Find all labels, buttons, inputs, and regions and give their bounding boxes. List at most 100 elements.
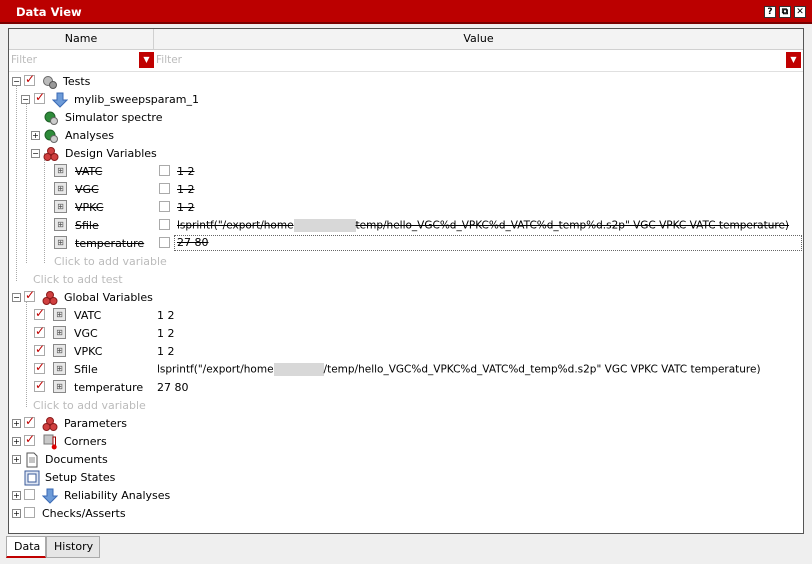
design-var-name: VGC bbox=[75, 183, 99, 196]
arrow-down-icon bbox=[51, 92, 69, 108]
expand-icon[interactable]: + bbox=[12, 509, 21, 518]
design-var-checkbox[interactable] bbox=[159, 165, 170, 176]
gears-icon bbox=[42, 74, 58, 90]
name-column-header[interactable]: Name bbox=[9, 29, 154, 49]
expand-icon[interactable]: + bbox=[12, 455, 21, 464]
variable-icon: ⊞ bbox=[53, 308, 66, 321]
tree-row-parameters[interactable]: + Parameters bbox=[9, 414, 803, 433]
expand-icon[interactable]: + bbox=[12, 419, 21, 428]
variables-icon bbox=[43, 146, 59, 162]
add-variable-row[interactable]: Click to add variable bbox=[9, 253, 803, 271]
global-var-row[interactable]: ⊞ VATC 1 2 bbox=[9, 306, 803, 325]
thermometer-icon bbox=[42, 434, 58, 450]
design-var-row[interactable]: ⊞ VGC 1 2 bbox=[9, 181, 803, 199]
collapse-icon[interactable]: − bbox=[12, 293, 21, 302]
redacted-block bbox=[273, 363, 324, 376]
global-var-name: VGC bbox=[74, 327, 98, 340]
collapse-icon[interactable]: − bbox=[12, 77, 21, 86]
reliability-label: Reliability Analyses bbox=[64, 489, 171, 502]
reliability-checkbox[interactable] bbox=[24, 489, 35, 500]
help-icon[interactable]: ? bbox=[764, 6, 776, 18]
parameters-label: Parameters bbox=[64, 417, 127, 430]
design-var-checkbox[interactable] bbox=[159, 183, 170, 194]
global-var-row[interactable]: ⊞ Sfile lsprintf("/export/home/temp/hell… bbox=[9, 360, 803, 379]
design-var-name: VPKC bbox=[75, 201, 104, 214]
design-var-row[interactable]: ⊞ temperature 27 80 bbox=[9, 235, 803, 253]
global-var-row[interactable]: ⊞ temperature 27 80 bbox=[9, 378, 803, 397]
variable-icon: ⊞ bbox=[53, 326, 66, 339]
design-var-row[interactable]: ⊞ VPKC 1 2 bbox=[9, 199, 803, 217]
design-var-checkbox[interactable] bbox=[159, 237, 170, 248]
value-filter-input[interactable]: Filter bbox=[154, 52, 786, 69]
tree-row-tests[interactable]: − Tests bbox=[9, 72, 803, 91]
add-variable-link[interactable]: Click to add variable bbox=[54, 255, 167, 268]
global-var-value[interactable]: 1 2 bbox=[157, 345, 175, 358]
tree-panel: Name Value Filter ▼ Filter ▼ − Tests − m… bbox=[8, 28, 804, 534]
collapse-icon[interactable]: − bbox=[21, 95, 30, 104]
value-column-header[interactable]: Value bbox=[154, 29, 803, 49]
tests-checkbox[interactable] bbox=[24, 72, 35, 86]
tree-row-global-variables[interactable]: − Global Variables bbox=[9, 288, 803, 307]
global-var-checkbox[interactable] bbox=[34, 306, 45, 320]
global-var-checkbox[interactable] bbox=[34, 342, 45, 356]
global-var-value[interactable]: 1 2 bbox=[157, 327, 175, 340]
tree-row-corners[interactable]: + Corners bbox=[9, 432, 803, 451]
expand-icon[interactable]: + bbox=[12, 437, 21, 446]
global-variables-checkbox[interactable] bbox=[24, 288, 35, 302]
close-icon[interactable]: ✕ bbox=[794, 6, 806, 18]
tree-row-checks[interactable]: + Checks/Asserts bbox=[9, 505, 803, 523]
design-var-value[interactable]: 1 2 bbox=[177, 165, 195, 178]
variables-icon bbox=[42, 290, 58, 306]
test-checkbox[interactable] bbox=[34, 90, 45, 104]
global-var-value[interactable]: 27 80 bbox=[157, 381, 189, 394]
name-filter-input[interactable]: Filter bbox=[9, 52, 137, 69]
design-var-value[interactable]: 27 80 bbox=[174, 235, 802, 251]
tree-row-design-variables[interactable]: − Design Variables bbox=[9, 145, 803, 163]
value-filter-dropdown-icon[interactable]: ▼ bbox=[786, 52, 801, 68]
design-var-value[interactable]: 1 2 bbox=[177, 183, 195, 196]
design-var-value[interactable]: lsprintf("/export/home temp/hello_VGC%d_V… bbox=[177, 219, 789, 232]
variable-icon: ⊞ bbox=[53, 344, 66, 357]
corners-checkbox[interactable] bbox=[24, 432, 35, 446]
tree-row-simulator[interactable]: Simulator spectre bbox=[9, 109, 803, 127]
design-var-checkbox[interactable] bbox=[159, 219, 170, 230]
expand-icon[interactable]: + bbox=[12, 491, 21, 500]
global-var-checkbox[interactable] bbox=[34, 324, 45, 338]
collapse-icon[interactable]: − bbox=[31, 149, 40, 158]
filter-row: Filter ▼ Filter ▼ bbox=[9, 50, 803, 72]
analyses-label: Analyses bbox=[65, 129, 115, 142]
global-var-value[interactable]: 1 2 bbox=[157, 309, 175, 322]
parameters-checkbox[interactable] bbox=[24, 414, 35, 428]
global-var-row[interactable]: ⊞ VPKC 1 2 bbox=[9, 342, 803, 361]
design-var-row[interactable]: ⊞ VATC 1 2 bbox=[9, 163, 803, 181]
float-icon[interactable]: ⧉ bbox=[779, 6, 791, 18]
global-var-checkbox[interactable] bbox=[34, 378, 45, 392]
tree-row-test[interactable]: − mylib_sweepsparam_1 bbox=[9, 90, 803, 109]
sfile-value-suffix: /temp/hello_VGC%d_VPKC%d_VATC%d_temp%d.s… bbox=[323, 363, 761, 376]
global-var-row[interactable]: ⊞ VGC 1 2 bbox=[9, 324, 803, 343]
design-var-name: VATC bbox=[75, 165, 103, 178]
tree-row-reliability[interactable]: + Reliability Analyses bbox=[9, 487, 803, 505]
setup-states-icon bbox=[24, 470, 40, 486]
global-variables-label: Global Variables bbox=[64, 291, 153, 304]
sfile-value-suffix: temp/hello_VGC%d_VPKC%d_VATC%d_temp%d.s2… bbox=[355, 219, 790, 232]
name-filter-dropdown-icon[interactable]: ▼ bbox=[139, 52, 154, 68]
sfile-value-prefix: lsprintf("/export/home bbox=[157, 363, 274, 376]
tab-history[interactable]: History bbox=[46, 536, 100, 558]
tree-row-analyses[interactable]: + Analyses bbox=[9, 127, 803, 145]
add-variable-link[interactable]: Click to add variable bbox=[33, 399, 146, 412]
documents-label: Documents bbox=[45, 453, 108, 466]
add-test-link[interactable]: Click to add test bbox=[33, 273, 123, 286]
add-variable-row[interactable]: Click to add variable bbox=[9, 397, 803, 415]
global-var-checkbox[interactable] bbox=[34, 360, 45, 374]
tree-row-documents[interactable]: + Documents bbox=[9, 451, 803, 469]
tree-row-setup-states[interactable]: Setup States bbox=[9, 469, 803, 487]
expand-icon[interactable]: + bbox=[31, 131, 40, 140]
global-var-value[interactable]: lsprintf("/export/home/temp/hello_VGC%d_… bbox=[157, 363, 761, 376]
design-var-row[interactable]: ⊞ Sfile lsprintf("/export/home temp/hello… bbox=[9, 217, 803, 235]
tab-data[interactable]: Data bbox=[6, 536, 46, 558]
add-test-row[interactable]: Click to add test bbox=[9, 271, 803, 289]
checks-checkbox[interactable] bbox=[24, 507, 35, 518]
design-var-value[interactable]: 1 2 bbox=[177, 201, 195, 214]
design-var-checkbox[interactable] bbox=[159, 201, 170, 212]
